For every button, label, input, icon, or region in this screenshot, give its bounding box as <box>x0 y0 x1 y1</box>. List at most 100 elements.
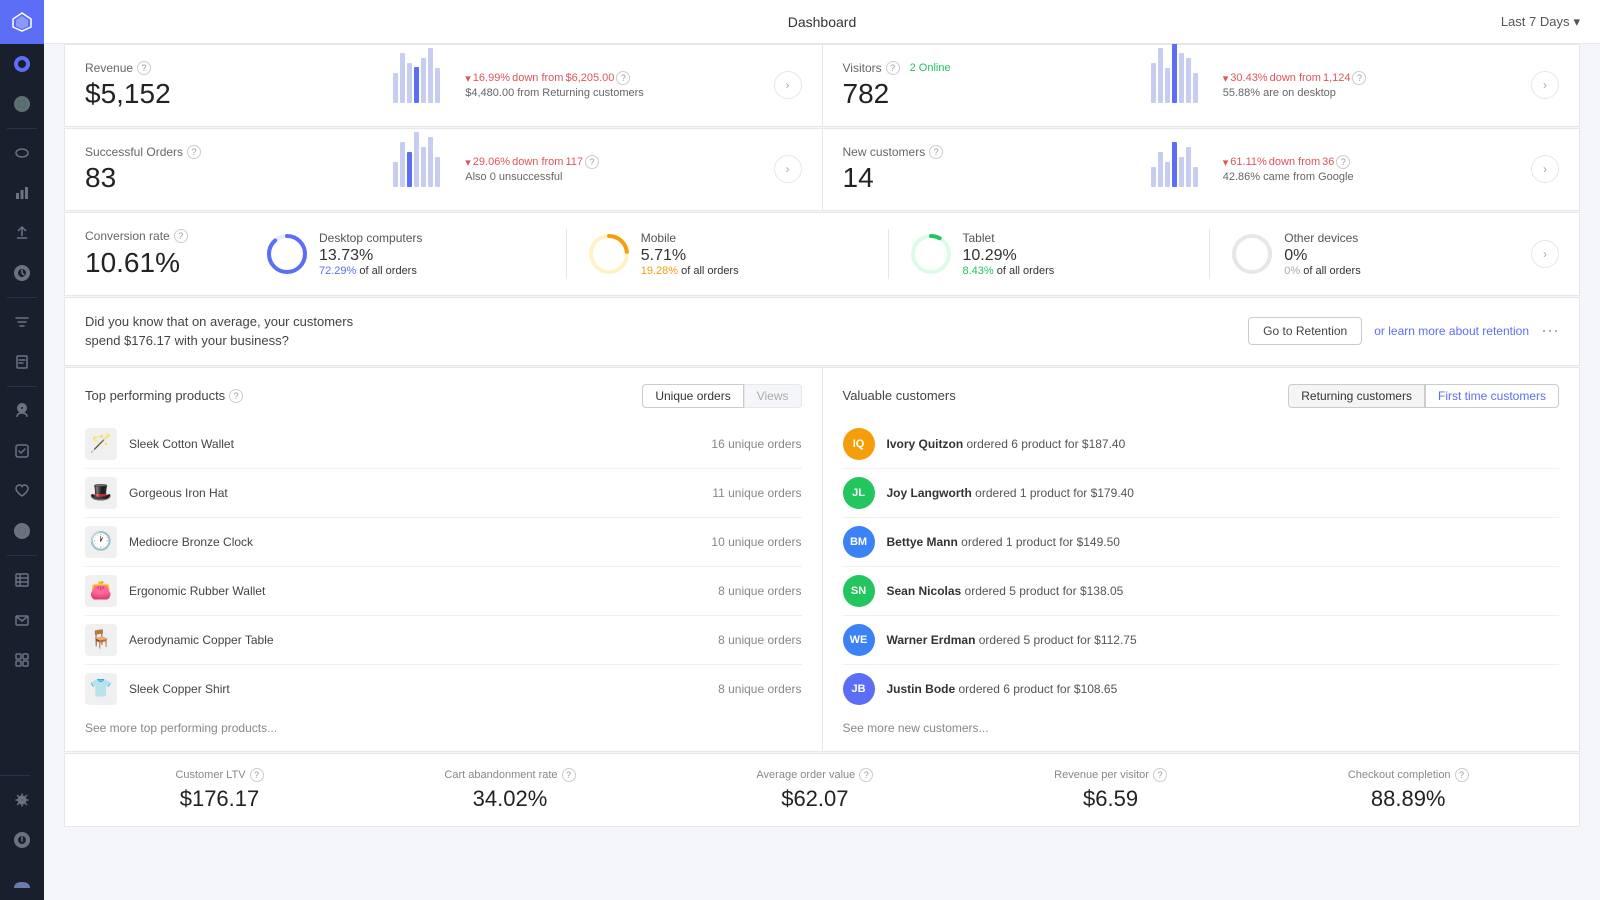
new-customers-info: New customers ? 14 <box>843 145 1139 194</box>
conversion-section: Conversion rate ? 10.61% Desktop compute… <box>64 212 1580 296</box>
orders-change-help[interactable]: ? <box>585 155 599 169</box>
sidebar-item-home[interactable] <box>0 44 44 84</box>
metric-item: Checkout completion ? 88.89% <box>1348 768 1469 812</box>
product-image: 🎩 <box>85 477 117 509</box>
sidebar-item-settings[interactable] <box>0 780 44 820</box>
customer-row: JB Justin Bode ordered 6 product for $10… <box>843 665 1560 713</box>
page-title: Dashboard <box>788 14 857 30</box>
sidebar-item-eye[interactable] <box>0 133 44 173</box>
sidebar-item-orders[interactable] <box>0 342 44 382</box>
product-image: 👕 <box>85 673 117 705</box>
product-name: Ergonomic Rubber Wallet <box>129 584 706 598</box>
metric-help[interactable]: ? <box>1455 768 1469 782</box>
product-image: 🪄 <box>85 428 117 460</box>
orders-value: 83 <box>85 163 381 194</box>
visitors-sub: 55.88% are on desktop <box>1223 87 1519 99</box>
revenue-nav[interactable]: › <box>774 71 802 99</box>
sidebar-item-campaigns[interactable] <box>0 511 44 551</box>
customers-list: IQ Ivory Quitzon ordered 6 product for $… <box>843 420 1560 713</box>
visitors-change-help[interactable]: ? <box>1352 71 1366 85</box>
see-more-customers[interactable]: See more new customers... <box>843 713 1560 735</box>
sidebar-item-warning[interactable] <box>0 820 44 860</box>
stat-card-orders: Successful Orders ? 83 ▾ <box>65 129 822 210</box>
customer-row: SN Sean Nicolas ordered 5 product for $1… <box>843 567 1560 616</box>
customers-tab-first-time[interactable]: First time customers <box>1425 384 1559 408</box>
products-tab-views[interactable]: Views <box>744 384 802 408</box>
metric-label: Checkout completion ? <box>1348 768 1469 782</box>
other-pct: 0% <box>1284 247 1360 265</box>
customers-tab-returning[interactable]: Returning customers <box>1288 384 1425 408</box>
sidebar-item-mail[interactable] <box>0 600 44 640</box>
mobile-name: Mobile <box>641 231 739 245</box>
desktop-name: Desktop computers <box>319 231 422 245</box>
sidebar-item-upload[interactable] <box>0 213 44 253</box>
sidebar-item-table[interactable] <box>0 560 44 600</box>
visitors-label: Visitors ? 2 Online <box>843 61 1139 75</box>
products-list: 🪄 Sleek Cotton Wallet 16 unique orders 🎩… <box>85 420 802 713</box>
orders-label: Successful Orders ? <box>85 145 381 159</box>
tablet-pct: 10.29% <box>963 247 1055 265</box>
revenue-details: ▾ 16.99% down from $6,205.00 ? $4,480.00… <box>465 71 761 99</box>
visitors-nav[interactable]: › <box>1531 71 1559 99</box>
revenue-chart <box>393 67 453 103</box>
desktop-pct: 13.73% <box>319 247 422 265</box>
new-customers-change: ▾ 61.11% down from 36 ? <box>1223 155 1519 169</box>
see-more-products[interactable]: See more top performing products... <box>85 713 802 735</box>
sidebar-divider4 <box>7 555 37 556</box>
top-products-help[interactable]: ? <box>229 389 243 403</box>
metric-help[interactable]: ? <box>250 768 264 782</box>
sidebar-item-grid[interactable] <box>0 640 44 680</box>
mobile-info: Mobile 5.71% 19.28% of all orders <box>641 231 739 277</box>
sidebar <box>0 0 44 900</box>
products-tab-unique-orders[interactable]: Unique orders <box>642 384 743 408</box>
metric-help[interactable]: ? <box>859 768 873 782</box>
stat-card-new-customers: New customers ? 14 ▾ <box>823 129 1580 210</box>
metric-label: Customer LTV ? <box>175 768 263 782</box>
revenue-help[interactable]: ? <box>137 61 151 75</box>
sidebar-item-chart[interactable] <box>0 173 44 213</box>
customer-row: BM Bettye Mann ordered 1 product for $14… <box>843 518 1560 567</box>
sidebar-item-profile[interactable] <box>0 860 44 900</box>
sidebar-item-user[interactable] <box>0 391 44 431</box>
stat-card-revenue: Revenue ? $5,152 ▾ <box>65 45 822 126</box>
sidebar-item-analytics[interactable] <box>0 84 44 124</box>
header: Dashboard Last 7 Days ▾ <box>44 0 1600 44</box>
metric-help[interactable]: ? <box>1153 768 1167 782</box>
conversion-nav[interactable]: › <box>1531 240 1559 268</box>
sidebar-item-filter[interactable] <box>0 302 44 342</box>
metric-help[interactable]: ? <box>562 768 576 782</box>
orders-help[interactable]: ? <box>187 145 201 159</box>
sidebar-item-heart[interactable] <box>0 471 44 511</box>
sidebar-item-check[interactable] <box>0 431 44 471</box>
customer-info: Warner Erdman ordered 5 product for $112… <box>887 633 1560 647</box>
customer-row: WE Warner Erdman ordered 5 product for $… <box>843 616 1560 665</box>
retention-more[interactable]: ⋯ <box>1541 321 1559 342</box>
retention-link[interactable]: or learn more about retention <box>1374 324 1529 338</box>
new-customers-nav[interactable]: › <box>1531 155 1559 183</box>
other-info: Other devices 0% 0% of all orders <box>1284 231 1360 277</box>
valuable-customers-card: Valuable customers Returning customers F… <box>823 368 1580 751</box>
sidebar-item-history[interactable] <box>0 253 44 293</box>
date-filter[interactable]: Last 7 Days ▾ <box>1501 14 1580 30</box>
mobile-sub: 19.28% of all orders <box>641 265 739 277</box>
retention-button[interactable]: Go to Retention <box>1248 317 1362 345</box>
customer-avatar: JL <box>843 477 875 509</box>
product-image: 🕐 <box>85 526 117 558</box>
product-orders: 16 unique orders <box>711 437 801 451</box>
desktop-sub: 72.29% of all orders <box>319 265 422 277</box>
customer-info: Sean Nicolas ordered 5 product for $138.… <box>887 584 1560 598</box>
visitors-help[interactable]: ? <box>886 61 900 75</box>
customer-row: JL Joy Langworth ordered 1 product for $… <box>843 469 1560 518</box>
retention-text: Did you know that on average, your custo… <box>85 312 353 351</box>
main-content: Dashboard Last 7 Days ▾ Revenue ? $5,152 <box>44 0 1600 900</box>
tablet-name: Tablet <box>963 231 1055 245</box>
new-customers-change-help[interactable]: ? <box>1336 155 1350 169</box>
conversion-help[interactable]: ? <box>174 229 188 243</box>
product-name: Sleek Copper Shirt <box>129 682 706 696</box>
customer-avatar: IQ <box>843 428 875 460</box>
metric-item: Customer LTV ? $176.17 <box>175 768 263 812</box>
sidebar-logo[interactable] <box>0 0 44 44</box>
new-customers-help[interactable]: ? <box>929 145 943 159</box>
orders-nav[interactable]: › <box>774 155 802 183</box>
revenue-change-help[interactable]: ? <box>616 71 630 85</box>
